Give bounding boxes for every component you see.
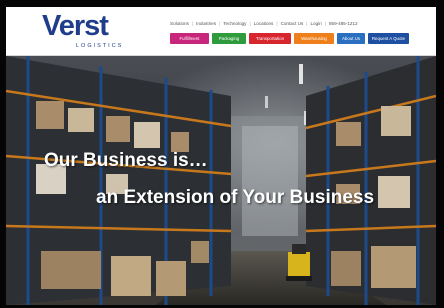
logo-subtitle: LOGISTICS [76, 43, 124, 49]
top-utility-nav: Solutions | Industries | Technology | Lo… [170, 19, 410, 27]
monitor-frame: Verst LOGISTICS Solutions | Industries |… [0, 0, 444, 308]
top-nav-industries[interactable]: Industries [196, 21, 216, 26]
warehouse-background-image [6, 56, 436, 305]
top-nav-separator: | [249, 20, 251, 26]
nav-button-fulfillment[interactable]: Fulfillment [170, 33, 209, 44]
verst-logo[interactable]: Verst LOGISTICS [42, 10, 138, 51]
top-nav-contact-us[interactable]: Contact Us [281, 21, 304, 26]
top-nav-solutions[interactable]: Solutions [170, 21, 189, 26]
browser-viewport: Verst LOGISTICS Solutions | Industries |… [6, 7, 436, 305]
top-nav-separator: | [306, 20, 308, 26]
top-nav-separator: | [191, 20, 194, 26]
hero-tagline-line2: an Extension of Your Business [96, 187, 375, 208]
nav-button-request-quote[interactable]: Request A Quote [368, 33, 409, 44]
top-nav-login[interactable]: Login [311, 21, 322, 26]
site-header: Verst LOGISTICS Solutions | Industries |… [6, 7, 436, 56]
nav-button-packaging[interactable]: Packaging [212, 33, 246, 44]
top-nav-separator: | [219, 20, 221, 26]
logo-wordmark: Verst [42, 10, 109, 42]
nav-button-transportation[interactable]: Transportation [249, 33, 291, 44]
top-nav-separator: | [324, 20, 326, 26]
hero-tagline-line1: Our Business is… [44, 150, 208, 171]
nav-button-about-us[interactable]: About Us [337, 33, 365, 44]
top-nav-phone[interactable]: 859-485-1212 [329, 21, 358, 26]
top-nav-technology[interactable]: Technology [223, 21, 246, 26]
hero-banner: Our Business is… an Extension of Your Bu… [6, 56, 436, 305]
main-nav: Fulfillment Packaging Transportation War… [170, 33, 409, 44]
top-nav-separator: | [276, 20, 278, 26]
nav-button-warehousing[interactable]: Warehousing [294, 33, 334, 44]
top-nav-locations[interactable]: Locations [254, 21, 274, 26]
